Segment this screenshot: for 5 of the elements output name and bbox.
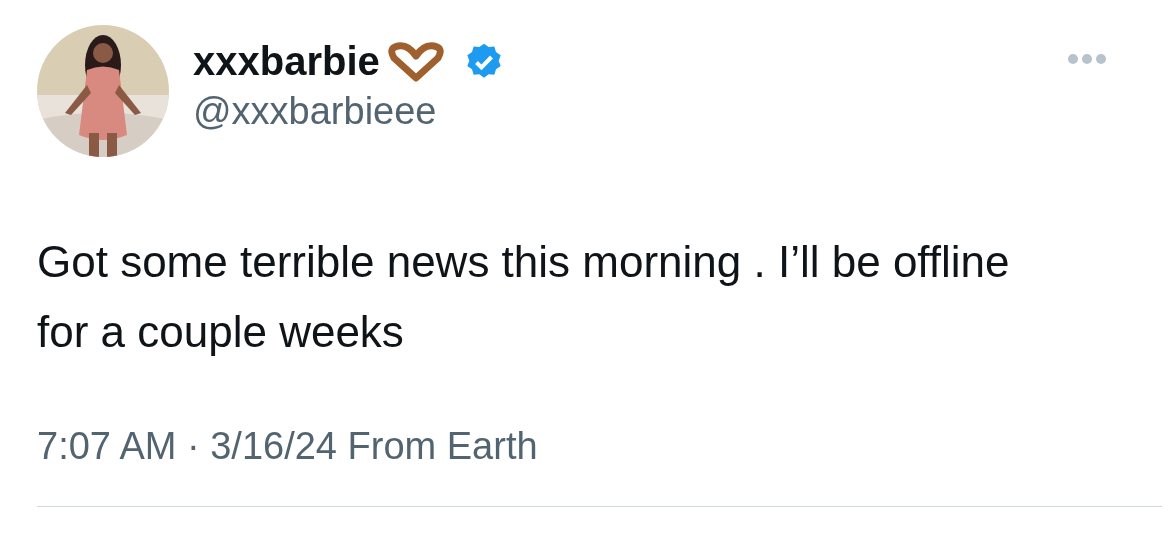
more-options-icon[interactable] — [1066, 53, 1108, 65]
display-name: xxxbarbie — [193, 39, 380, 84]
user-handle: @xxxbarbieee — [193, 90, 438, 133]
post-text: Got some terrible news this morning . I’ll be offline for a couple weeks — [37, 236, 1011, 358]
post-timestamp: 7:07 AM · 3/16/24 From Earth — [37, 425, 539, 468]
